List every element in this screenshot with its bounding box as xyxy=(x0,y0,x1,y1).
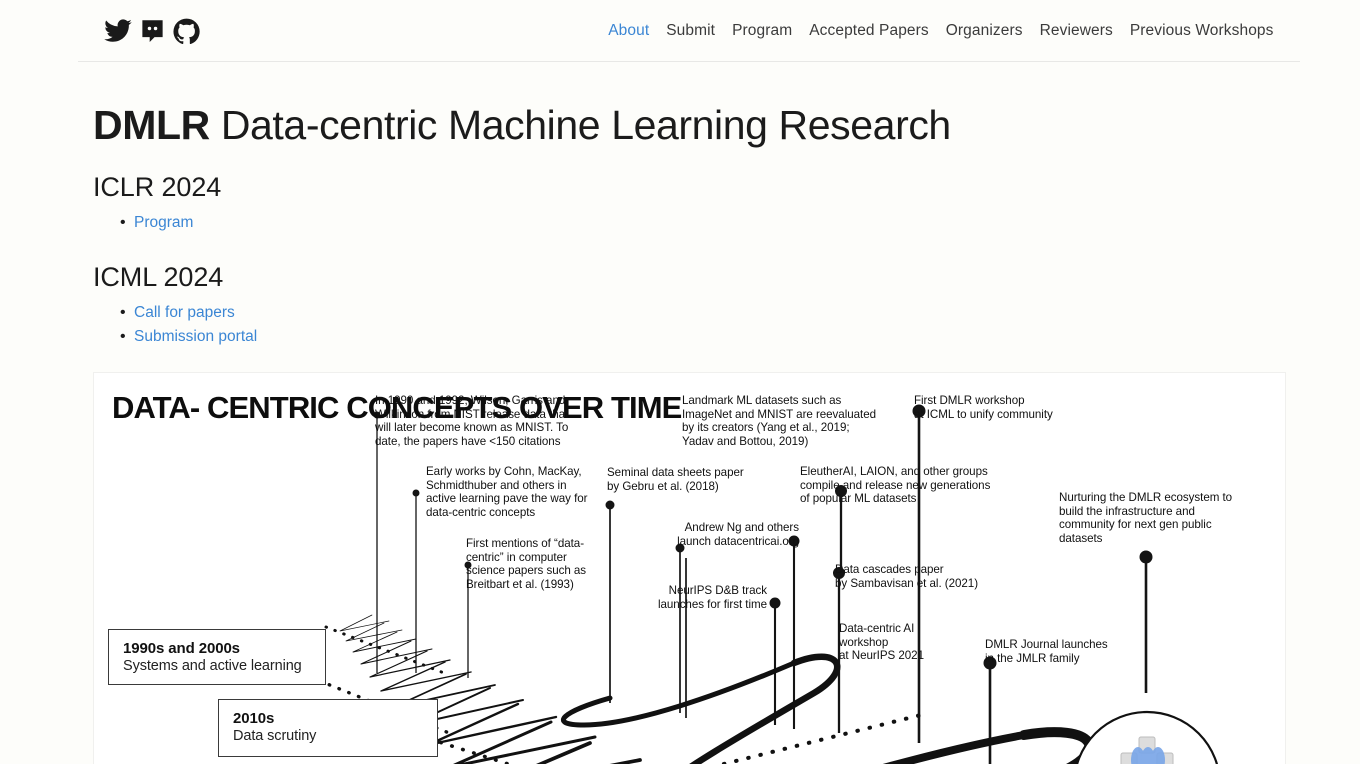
annotation-neurips-dandb: NeurIPS D&B track launches for first tim… xyxy=(657,584,767,611)
nav-item-program[interactable]: Program xyxy=(724,22,801,40)
page-title: DMLR Data-centric Machine Learning Resea… xyxy=(93,102,1267,148)
main-content: DMLR Data-centric Machine Learning Resea… xyxy=(0,102,1360,764)
section-heading-icml: ICML 2024 xyxy=(93,262,224,293)
page-title-brand: DMLR xyxy=(93,102,210,148)
nav-item-previous-workshops[interactable]: Previous Workshops xyxy=(1121,22,1282,40)
annotation-first-mentions: First mentions of “data- centric” in com… xyxy=(466,537,587,591)
annotation-andrew-ng: Andrew Ng and others launch datacentrica… xyxy=(677,521,799,548)
nav-item-reviewers[interactable]: Reviewers xyxy=(1031,22,1121,40)
discord-icon xyxy=(139,18,166,45)
section-heading-iclr: ICLR 2024 xyxy=(93,172,222,203)
social-links xyxy=(103,16,201,46)
annotation-mnist: In 1990 and 1992, Wilson, Garris and Wil… xyxy=(375,394,569,448)
main-nav: About Submit Program Accepted Papers Org… xyxy=(600,22,1282,40)
timeline-infographic: DATA- CENTRIC CONCEPTS OVER TIME In 1990… xyxy=(93,372,1286,764)
icml-link-list: Call for papers Submission portal xyxy=(93,301,1267,349)
nav-item-submit[interactable]: Submit xyxy=(658,22,724,40)
era-box-1990s: 1990s and 2000s Systems and active learn… xyxy=(108,629,326,686)
annotation-dmlr-journal: DMLR Journal launches in the JMLR family xyxy=(985,638,1108,665)
list-item: Call for papers xyxy=(93,301,1267,325)
annotation-eleuther: EleutherAI, LAION, and other groups comp… xyxy=(800,465,991,506)
nav-item-organizers[interactable]: Organizers xyxy=(937,22,1031,40)
annotation-data-cascades: Data cascades paper by Sambavisan et al.… xyxy=(835,563,979,590)
nav-item-about[interactable]: About xyxy=(600,22,658,40)
list-item: Program xyxy=(93,211,1267,235)
era-year: 2010s xyxy=(233,710,275,728)
twitter-icon xyxy=(103,16,133,46)
iclr-link-list: Program xyxy=(93,211,1267,235)
site-header: About Submit Program Accepted Papers Org… xyxy=(0,0,1360,62)
annotation-active-learning: Early works by Cohn, MacKay, Schmidthube… xyxy=(426,465,588,519)
link-call-for-papers[interactable]: Call for papers xyxy=(134,304,235,321)
github-icon xyxy=(172,17,201,46)
era-desc: Systems and active learning xyxy=(123,658,302,675)
annotation-nurturing: Nurturing the DMLR ecosystem to build th… xyxy=(1059,491,1233,545)
era-box-2010s: 2010s Data scrutiny xyxy=(218,699,438,758)
annotation-first-dmlr-workshop: First DMLR workshop at ICML to unify com… xyxy=(914,394,1053,421)
github-link[interactable] xyxy=(172,17,201,46)
era-year: 1990s and 2000s xyxy=(123,640,240,658)
page-title-rest: Data-centric Machine Learning Research xyxy=(209,102,951,148)
annotation-datasheets: Seminal data sheets paper by Gebru et al… xyxy=(607,466,744,493)
link-program[interactable]: Program xyxy=(134,214,193,231)
link-submission-portal[interactable]: Submission portal xyxy=(134,328,257,345)
list-item: Submission portal xyxy=(93,325,1267,349)
annotation-dcai-workshop: Data-centric AI workshop at NeurIPS 2021 xyxy=(839,622,924,663)
annotation-landmark: Landmark ML datasets such as ImageNet an… xyxy=(682,394,876,448)
discord-link[interactable] xyxy=(139,18,166,45)
era-desc: Data scrutiny xyxy=(233,728,317,745)
twitter-link[interactable] xyxy=(103,16,133,46)
nav-item-accepted-papers[interactable]: Accepted Papers xyxy=(801,22,938,40)
